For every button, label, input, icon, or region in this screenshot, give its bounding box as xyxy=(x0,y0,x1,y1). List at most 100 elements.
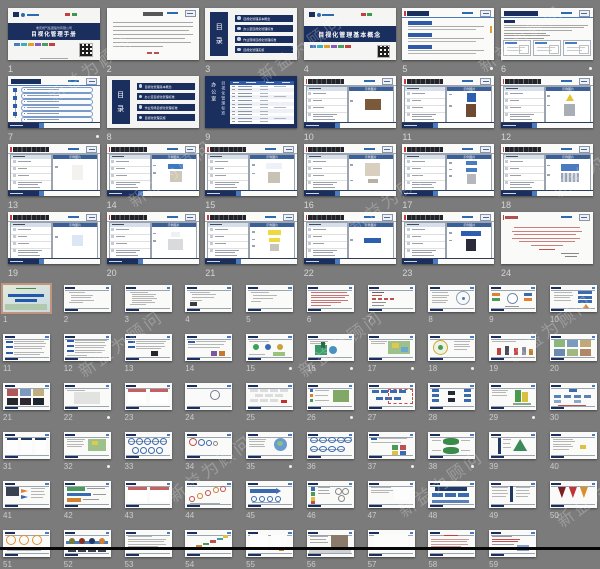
slide-thumbnail[interactable] xyxy=(368,481,415,508)
slide-thumbnail[interactable]: 示例图片 xyxy=(8,212,100,264)
slide-thumbnail[interactable] xyxy=(185,481,232,508)
slide-thumbnail[interactable] xyxy=(489,481,536,508)
slide-thumbnail[interactable] xyxy=(107,8,199,60)
slide-thumbnail[interactable] xyxy=(3,432,50,459)
slide-thumbnail[interactable] xyxy=(185,530,232,557)
mini-footer-bar xyxy=(5,505,18,507)
slide-thumbnail[interactable]: 示例图片 xyxy=(402,144,494,196)
slide-thumbnail[interactable] xyxy=(246,334,293,361)
slide-thumbnail[interactable] xyxy=(185,334,232,361)
mini-footer-bar xyxy=(308,456,321,458)
example-photo xyxy=(466,104,476,117)
slide-thumbnail[interactable] xyxy=(368,530,415,557)
slide-thumbnail[interactable] xyxy=(3,530,50,557)
slide-thumbnail[interactable] xyxy=(428,530,475,557)
slide-thumbnail[interactable] xyxy=(307,530,354,557)
slide-thumbnail[interactable] xyxy=(125,383,172,410)
slide-thumbnail[interactable] xyxy=(307,383,354,410)
slide-thumbnail[interactable]: 示例图片 xyxy=(107,144,199,196)
slide-thumbnail[interactable] xyxy=(185,383,232,410)
pill-text-dash xyxy=(27,119,59,120)
slide-thumbnail[interactable] xyxy=(550,383,597,410)
slide-thumbnail[interactable] xyxy=(64,334,111,361)
slide-thumbnail[interactable] xyxy=(246,432,293,459)
slide-thumbnail[interactable] xyxy=(307,481,354,508)
slide-thumbnail[interactable] xyxy=(550,334,597,361)
slide-thumbnail[interactable] xyxy=(125,432,172,459)
slide-thumbnail[interactable]: 目录目视化管理基本概念办公室目视化管理标准作业现场目视化管理标准目视化管理实施 xyxy=(205,8,297,60)
slide-thumbnail[interactable]: 办公室目视化管理标准 xyxy=(205,76,297,128)
slide-thumbnail[interactable] xyxy=(368,334,415,361)
slide-thumbnail[interactable]: 示例图片 xyxy=(107,212,199,264)
slide-thumbnail[interactable] xyxy=(489,432,536,459)
slide-thumbnail[interactable] xyxy=(368,285,415,312)
mini-text-line xyxy=(136,341,166,342)
slide-thumbnail[interactable]: 重庆燃气集团股份有限公司目视化管理手册 xyxy=(8,8,100,60)
slide-thumbnail[interactable] xyxy=(550,285,597,312)
slide-thumbnail[interactable] xyxy=(489,334,536,361)
thumb-art-blob xyxy=(214,488,218,492)
slide-thumbnail[interactable] xyxy=(125,334,172,361)
slide-thumbnail[interactable] xyxy=(64,530,111,557)
slide-thumbnail[interactable] xyxy=(3,481,50,508)
slide-thumbnail[interactable] xyxy=(489,383,536,410)
slide-thumbnail[interactable] xyxy=(246,530,293,557)
slide-thumbnail[interactable] xyxy=(489,530,536,557)
slide-thumbnail[interactable] xyxy=(125,285,172,312)
slide-thumbnail[interactable] xyxy=(428,432,475,459)
slide-cell: 目录目视化管理基本概念办公室目视化管理标准作业现场目视化管理标准目视化管理实施3 xyxy=(205,8,297,74)
slide-thumbnail[interactable] xyxy=(185,432,232,459)
slide-thumbnail[interactable] xyxy=(489,285,536,312)
slide-thumbnail[interactable] xyxy=(428,383,475,410)
slide-thumbnail[interactable] xyxy=(3,285,50,312)
slide-thumbnail[interactable]: 示例图片 xyxy=(402,76,494,128)
slide-thumbnail[interactable] xyxy=(428,285,475,312)
slide-thumbnail[interactable] xyxy=(307,432,354,459)
slide-thumbnail[interactable]: 示例图片 xyxy=(501,76,593,128)
slide-thumbnail[interactable] xyxy=(428,334,475,361)
slide-thumbnail[interactable] xyxy=(64,285,111,312)
thumb-art-blob xyxy=(276,488,281,494)
mini-text-line xyxy=(87,488,105,489)
slide-thumbnail[interactable] xyxy=(125,481,172,508)
slide-thumbnail[interactable] xyxy=(64,383,111,410)
slide-thumbnail[interactable] xyxy=(246,383,293,410)
slide-thumbnail[interactable] xyxy=(3,383,50,410)
slide-cell: 12 xyxy=(64,334,111,373)
slide-thumbnail[interactable] xyxy=(550,432,597,459)
slide-thumbnail[interactable] xyxy=(307,285,354,312)
spec-panel-header xyxy=(307,223,347,227)
slide-thumbnail[interactable]: 示例图片 xyxy=(304,76,396,128)
slide-thumbnail[interactable] xyxy=(246,481,293,508)
slide-thumbnail[interactable]: 示例图片 xyxy=(501,144,593,196)
example-photo xyxy=(168,239,183,250)
footer-bar xyxy=(402,191,433,196)
slide-thumbnail[interactable] xyxy=(402,8,494,60)
thumb-art-blob xyxy=(400,451,406,455)
slide-thumbnail[interactable] xyxy=(8,76,100,128)
slide-thumbnail[interactable] xyxy=(428,481,475,508)
slide-thumbnail[interactable] xyxy=(64,432,111,459)
slide-thumbnail[interactable] xyxy=(550,481,597,508)
slide-thumbnail[interactable]: 目视化管理基本概念 xyxy=(304,8,396,60)
subhead-chip xyxy=(504,20,515,23)
slide-thumbnail[interactable] xyxy=(246,285,293,312)
slide-thumbnail[interactable] xyxy=(501,8,593,60)
slide-thumbnail[interactable]: 目录目视化管理基本概念办公室目视化管理标准作业现场目视化管理标准目视化管理实施 xyxy=(107,76,199,128)
slide-thumbnail[interactable]: 示例图片 xyxy=(304,212,396,264)
slide-thumbnail[interactable]: 示例图片 xyxy=(402,212,494,264)
slide-cell: 示例图片22 xyxy=(304,212,396,278)
slide-thumbnail[interactable] xyxy=(125,530,172,557)
slide-thumbnail[interactable] xyxy=(501,212,593,264)
slide-thumbnail[interactable] xyxy=(307,334,354,361)
slide-thumbnail[interactable]: 示例图片 xyxy=(8,144,100,196)
slide-thumbnail[interactable]: 示例图片 xyxy=(205,212,297,264)
slide-thumbnail[interactable] xyxy=(64,481,111,508)
slide-thumbnail[interactable] xyxy=(3,334,50,361)
slide-thumbnail[interactable]: 示例图片 xyxy=(304,144,396,196)
slide-thumbnail[interactable]: 示例图片 xyxy=(205,144,297,196)
slide-thumbnail[interactable] xyxy=(185,285,232,312)
gas-logo-text xyxy=(462,80,473,83)
slide-thumbnail[interactable] xyxy=(368,383,415,410)
slide-thumbnail[interactable] xyxy=(368,432,415,459)
